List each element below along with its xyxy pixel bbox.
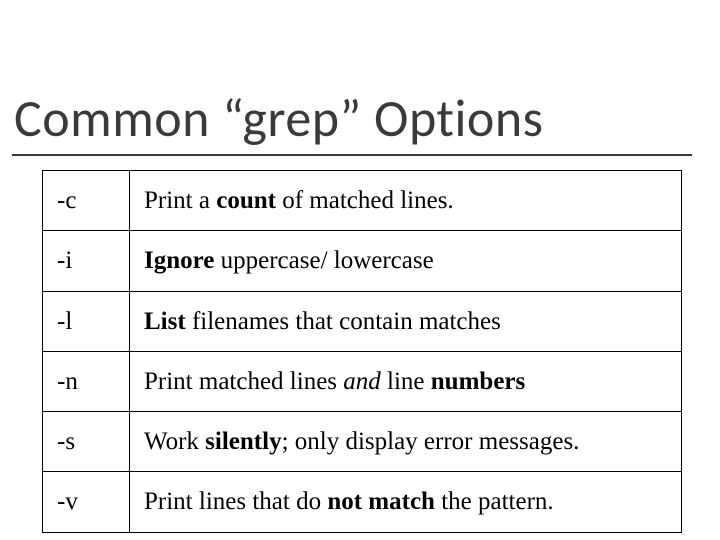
table-row: -n Print matched lines and line numbers <box>43 351 682 411</box>
option-flag: -c <box>43 171 130 231</box>
option-flag: -n <box>43 351 130 411</box>
table-row: -s Work silently; only display error mes… <box>43 412 682 472</box>
option-desc: Print lines that do not match the patter… <box>130 472 682 532</box>
option-flag: -l <box>43 291 130 351</box>
table-row: -v Print lines that do not match the pat… <box>43 472 682 532</box>
table-row: -l List filenames that contain matches <box>43 291 682 351</box>
decorative-wave <box>0 0 720 80</box>
option-desc: List filenames that contain matches <box>130 291 682 351</box>
options-table: -c Print a count of matched lines. -i Ig… <box>42 170 682 533</box>
page-title: Common “grep” Options <box>14 86 543 150</box>
slide: { "title": "Common \u201cgrep\u201d Opti… <box>0 0 720 540</box>
option-desc: Work silently; only display error messag… <box>130 412 682 472</box>
option-desc: Print matched lines and line numbers <box>130 351 682 411</box>
title-underline <box>12 154 692 156</box>
table-row: -i Ignore uppercase/ lowercase <box>43 231 682 291</box>
option-flag: -s <box>43 412 130 472</box>
table-row: -c Print a count of matched lines. <box>43 171 682 231</box>
option-flag: -v <box>43 472 130 532</box>
option-desc: Print a count of matched lines. <box>130 171 682 231</box>
option-flag: -i <box>43 231 130 291</box>
option-desc: Ignore uppercase/ lowercase <box>130 231 682 291</box>
